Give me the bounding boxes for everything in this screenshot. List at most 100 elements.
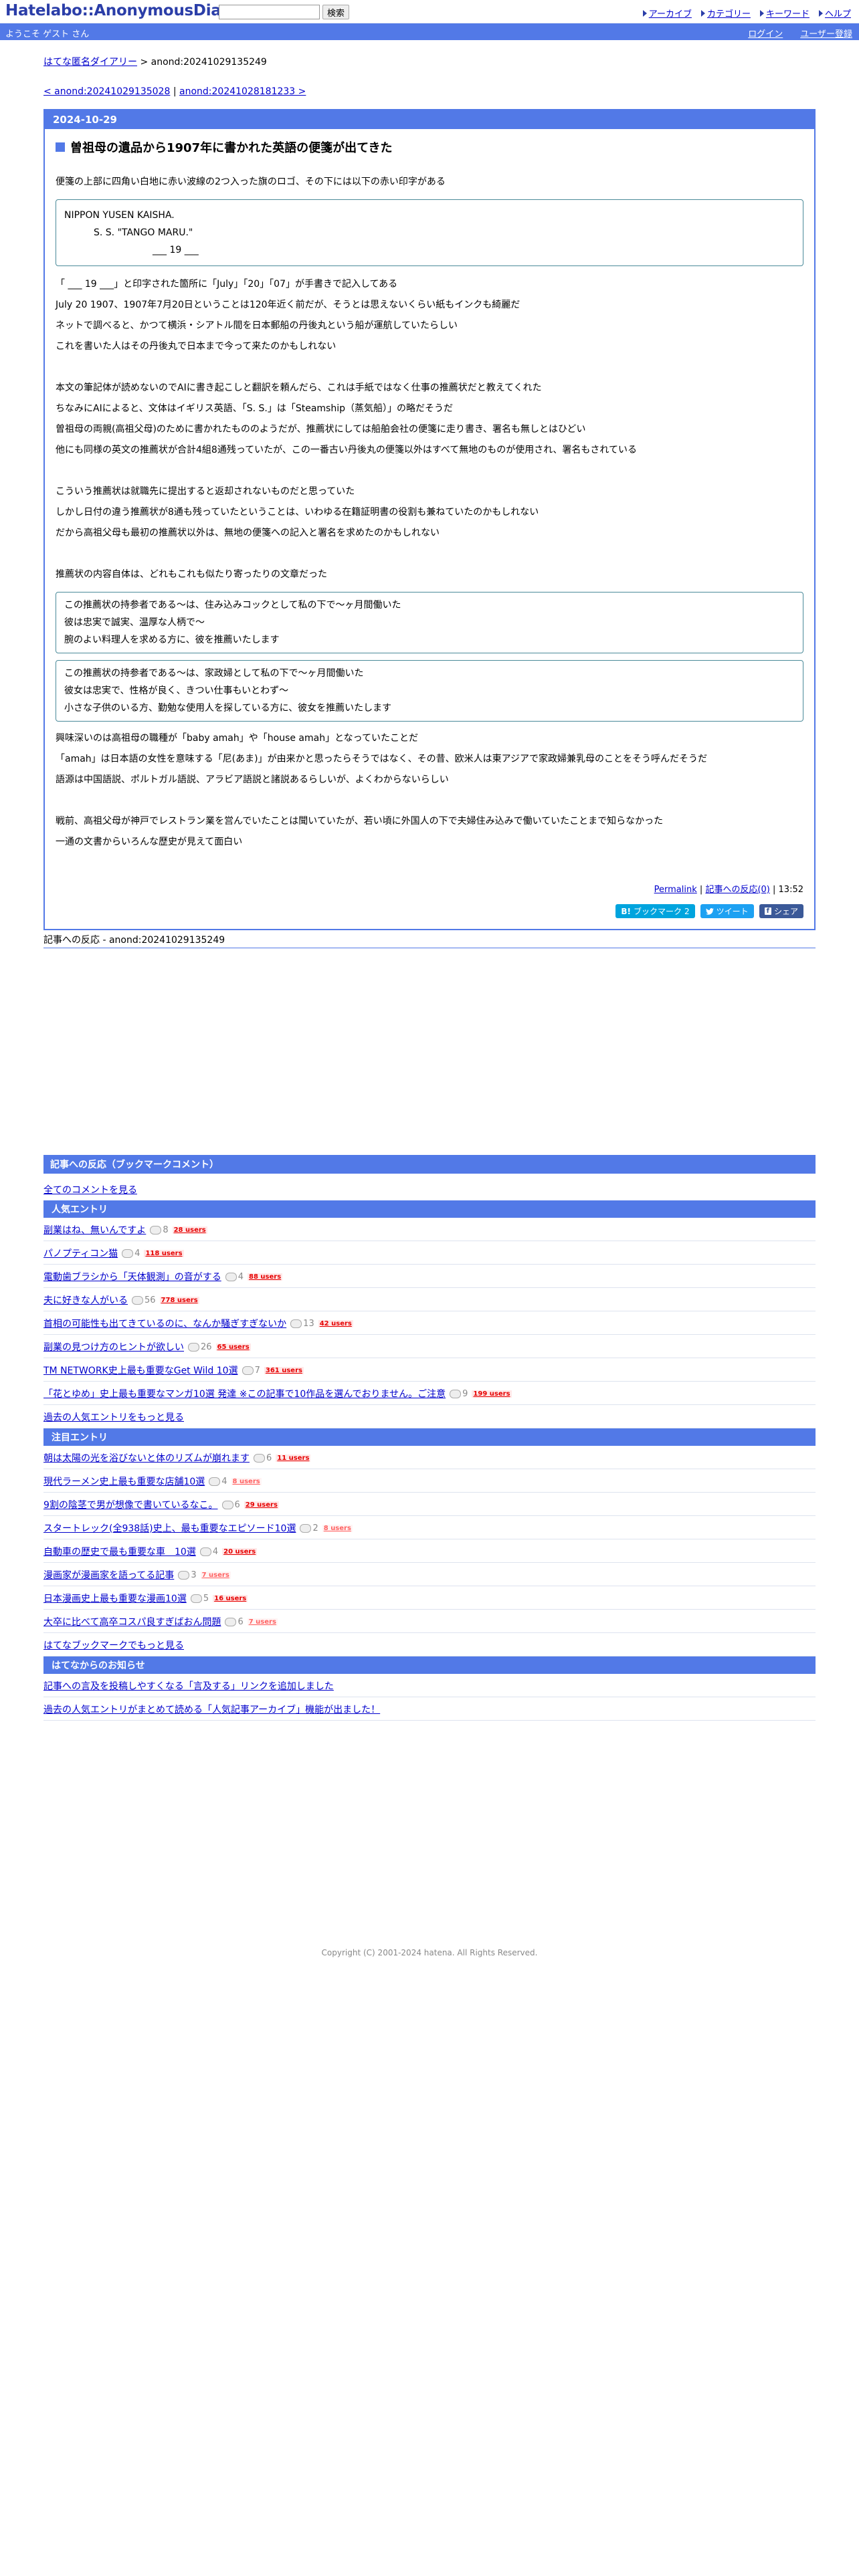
share-buttons: B! ブックマーク 2 ツイート f シェア bbox=[56, 904, 803, 918]
nav-keyword-link[interactable]: キーワード bbox=[766, 7, 809, 19]
search-button[interactable]: 検索 bbox=[322, 5, 350, 19]
search-input[interactable] bbox=[219, 5, 320, 19]
list-item: 記事への言及を投稿しやすくなる「言及する」リンクを追加しました bbox=[43, 1674, 816, 1697]
nav-help[interactable]: ヘルプ bbox=[818, 7, 851, 19]
users-badge[interactable]: 7 users bbox=[200, 1571, 231, 1579]
entry-link[interactable]: 首相の可能性も出てきているのに、なんか騒ぎすぎないか bbox=[43, 1317, 286, 1330]
entry-link[interactable]: 日本漫画史上最も重要な漫画10選 bbox=[43, 1592, 187, 1605]
comment-bubble-icon bbox=[132, 1295, 143, 1305]
list-item: 「花とゆめ」史上最も重要なマンガ10選 発達 ※この記事で10作品を選んでおりま… bbox=[43, 1382, 816, 1405]
list-item: 朝は太陽の光を浴びないと体のリズムが崩れます 6 11 users bbox=[43, 1446, 816, 1469]
hatena-bookmark-button[interactable]: B! ブックマーク 2 bbox=[615, 904, 695, 918]
quote-line: ___ 19 ___ bbox=[153, 245, 199, 255]
entry-link[interactable]: 現代ラーメン史上最も重要な店舗10選 bbox=[43, 1475, 205, 1488]
nav-help-link[interactable]: ヘルプ bbox=[825, 7, 851, 19]
entry-link[interactable]: 副業はね、無いんですよ bbox=[43, 1223, 146, 1237]
users-badge[interactable]: 361 users bbox=[264, 1366, 304, 1374]
list-item: スタートレック(全938話)史上、最も重要なエピソード10選 2 8 users bbox=[43, 1516, 816, 1539]
notice-link[interactable]: 過去の人気エントリがまとめて読める「人気記事アーカイブ」機能が出ました！ bbox=[43, 1703, 380, 1716]
comment-bubble-icon bbox=[254, 1453, 265, 1463]
recommendation-quote-housekeeper: この推薦状の持参者である〜は、家政婦として私の下で〜ヶ月間働いた 彼女は忠実で、… bbox=[56, 660, 803, 722]
reaction-link[interactable]: 記事への反応(0) bbox=[705, 885, 769, 895]
nav-category-link[interactable]: カテゴリー bbox=[707, 7, 751, 19]
hatena-bookmark-label: ブックマーク bbox=[633, 907, 682, 916]
comment-count: 5 bbox=[190, 1594, 209, 1604]
notice-section-title: はてなからのお知らせ bbox=[43, 1656, 816, 1674]
breadcrumb-home[interactable]: はてな匿名ダイアリー bbox=[43, 57, 137, 68]
triangle-right-icon bbox=[642, 9, 647, 17]
comment-count: 6 bbox=[254, 1453, 272, 1463]
comment-count: 56 bbox=[132, 1295, 156, 1305]
recommendation-quote-cook: この推薦状の持参者である〜は、住み込みコックとして私の下で〜ヶ月間働いた 彼は忠… bbox=[56, 592, 803, 653]
permalink-link[interactable]: Permalink bbox=[654, 885, 697, 895]
entry-link[interactable]: 自動車の歴史で最も重要な車 10選 bbox=[43, 1545, 196, 1558]
comment-count: 13 bbox=[290, 1319, 314, 1329]
entry-link[interactable]: 夫に好きな人がいる bbox=[43, 1293, 128, 1307]
account-links: ログイン ユーザー登録 bbox=[748, 27, 852, 39]
entry-date: 2024-10-29 bbox=[45, 110, 814, 129]
nav-archive-link[interactable]: アーカイブ bbox=[649, 7, 692, 19]
paragraph-line: ネットで調べると、かつて横浜・シアトル間を日本郵船の丹後丸という船が運航していた… bbox=[56, 320, 458, 331]
notice-link[interactable]: 記事への言及を投稿しやすくなる「言及する」リンクを追加しました bbox=[43, 1679, 334, 1693]
users-badge[interactable]: 28 users bbox=[172, 1226, 207, 1234]
footer-separator: | bbox=[699, 885, 703, 895]
entry-link[interactable]: 「花とゆめ」史上最も重要なマンガ10選 発達 ※この記事で10作品を選んでおりま… bbox=[43, 1387, 446, 1400]
site-logo[interactable]: Hatelabo::AnonymousDiary bbox=[5, 2, 239, 19]
comment-bubble-icon bbox=[188, 1342, 199, 1352]
header-nav: アーカイブ カテゴリー キーワード ヘルプ bbox=[642, 7, 851, 19]
entry-link[interactable]: 電動歯ブラシから「天体観測」の音がする bbox=[43, 1270, 221, 1283]
nav-archive[interactable]: アーカイブ bbox=[642, 7, 692, 19]
quote-line: この推薦状の持参者である〜は、家政婦として私の下で〜ヶ月間働いた bbox=[64, 668, 364, 679]
entry-link[interactable]: 漫画家が漫画家を語ってる記事 bbox=[43, 1568, 174, 1582]
users-badge[interactable]: 778 users bbox=[159, 1296, 199, 1304]
nav-keyword[interactable]: キーワード bbox=[759, 7, 809, 19]
tweet-button[interactable]: ツイート bbox=[700, 904, 754, 918]
comment-count-value: 6 bbox=[266, 1453, 272, 1463]
register-link[interactable]: ユーザー登録 bbox=[800, 27, 852, 39]
comment-bubble-icon bbox=[300, 1523, 312, 1533]
comment-bubble-icon bbox=[122, 1249, 134, 1258]
users-badge[interactable]: 20 users bbox=[222, 1547, 258, 1555]
entry-link[interactable]: 9割の陰茎で男が想像で書いているなこ。 bbox=[43, 1498, 218, 1511]
paragraph-line: 推薦状の内容自体は、どれもこれも似たり寄ったりの文章だった bbox=[56, 569, 327, 580]
quote-line: 小さな子供のいる方、勤勉な使用人を探している方に、彼女を推薦いたします bbox=[64, 703, 392, 714]
more-popular-link[interactable]: 過去の人気エントリをもっと見る bbox=[43, 1410, 184, 1424]
entry-title-text[interactable]: 曽祖母の遺品から1907年に書かれた英語の便箋が出てきた bbox=[70, 138, 393, 156]
comment-count: 6 bbox=[225, 1617, 244, 1627]
users-badge[interactable]: 199 users bbox=[472, 1390, 512, 1398]
users-badge[interactable]: 42 users bbox=[318, 1319, 353, 1327]
users-badge[interactable]: 88 users bbox=[248, 1273, 283, 1281]
breadcrumb-separator: > bbox=[137, 57, 151, 68]
notable-list: 朝は太陽の光を浴びないと体のリズムが崩れます 6 11 users 現代ラーメン史上… bbox=[43, 1446, 816, 1656]
paragraph-line: 他にも同様の英文の推薦状が合計4組8通残っていたが、この一番古い丹後丸の便箋以外… bbox=[56, 445, 638, 455]
entry-link[interactable]: 大卒に比べて高卒コスパ良すぎばおん問題 bbox=[43, 1615, 221, 1628]
all-comments-link[interactable]: 全てのコメントを見る bbox=[43, 1185, 137, 1196]
users-badge[interactable]: 7 users bbox=[247, 1618, 278, 1626]
entry-link[interactable]: スタートレック(全938話)史上、最も重要なエピソード10選 bbox=[43, 1521, 296, 1535]
entry-link[interactable]: 副業の見つけ方のヒントが欲しい bbox=[43, 1340, 184, 1354]
entry-link[interactable]: パノプティコン猫 bbox=[43, 1247, 118, 1260]
comment-count: 4 bbox=[199, 1547, 218, 1557]
entry-link[interactable]: 朝は太陽の光を浴びないと体のリズムが崩れます bbox=[43, 1451, 250, 1465]
users-badge[interactable]: 16 users bbox=[213, 1594, 248, 1602]
users-badge[interactable]: 118 users bbox=[144, 1249, 184, 1257]
users-badge[interactable]: 8 users bbox=[322, 1524, 353, 1532]
prev-entry-link[interactable]: < anond:20241029135028 bbox=[43, 86, 170, 97]
square-icon bbox=[56, 142, 65, 152]
comment-count-value: 6 bbox=[234, 1499, 240, 1510]
login-link[interactable]: ログイン bbox=[748, 27, 783, 39]
users-badge[interactable]: 29 users bbox=[244, 1501, 279, 1509]
users-badge[interactable]: 65 users bbox=[215, 1343, 251, 1351]
entry-link[interactable]: TM NETWORK史上最も重要なGet Wild 10選 bbox=[43, 1364, 238, 1377]
users-badge[interactable]: 8 users bbox=[231, 1477, 262, 1485]
more-bookmark-link[interactable]: はてなブックマークでもっと見る bbox=[43, 1638, 184, 1652]
nav-category[interactable]: カテゴリー bbox=[700, 7, 751, 19]
facebook-share-button[interactable]: f シェア bbox=[759, 904, 803, 918]
facebook-icon: f bbox=[764, 907, 771, 915]
next-entry-link[interactable]: anond:20241028181233 > bbox=[179, 86, 306, 97]
users-badge[interactable]: 11 users bbox=[276, 1454, 311, 1462]
all-comments-row: 全てのコメントを見る bbox=[43, 1174, 816, 1200]
comment-count-value: 56 bbox=[145, 1295, 156, 1305]
